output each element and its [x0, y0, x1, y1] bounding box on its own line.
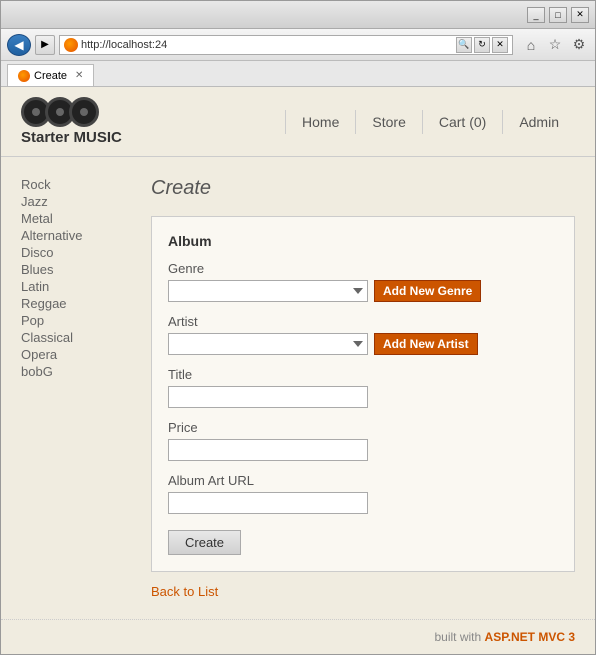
- sidebar: Rock Jazz Metal Alternative Disco Blues …: [1, 167, 141, 609]
- refresh-button[interactable]: ↻: [474, 37, 490, 53]
- address-text: http://localhost:24: [81, 39, 453, 51]
- album-art-label: Album Art URL: [168, 473, 558, 488]
- favorites-icon[interactable]: ☆: [545, 35, 565, 55]
- browser-tab[interactable]: Create ✕: [7, 64, 94, 86]
- create-button[interactable]: Create: [168, 530, 241, 555]
- main-content: Create Album Genre Add New Genre Artist: [141, 167, 595, 609]
- artist-label: Artist: [168, 314, 558, 329]
- nav-home[interactable]: Home: [285, 110, 355, 134]
- logo-area: Starter MUSIC: [21, 97, 122, 146]
- sidebar-item-disco[interactable]: Disco: [21, 245, 121, 260]
- nav-cart[interactable]: Cart (0): [422, 110, 502, 134]
- site-footer: built with ASP.NET MVC 3: [1, 619, 595, 654]
- ie-icon: [64, 38, 78, 52]
- add-new-artist-button[interactable]: Add New Artist: [374, 333, 478, 355]
- nav-right-buttons: ⌂ ☆ ⚙: [521, 35, 589, 55]
- address-actions: 🔍 ↻ ✕: [456, 37, 508, 53]
- close-button[interactable]: ✕: [571, 7, 589, 23]
- album-art-group: Album Art URL: [168, 473, 558, 514]
- sidebar-item-alternative[interactable]: Alternative: [21, 228, 121, 243]
- title-label: Title: [168, 367, 558, 382]
- footer-text: built with: [435, 630, 482, 644]
- address-bar[interactable]: http://localhost:24 🔍 ↻ ✕: [59, 35, 513, 55]
- title-bar: _ □ ✕: [1, 1, 595, 29]
- title-bar-buttons: _ □ ✕: [527, 7, 589, 23]
- title-input[interactable]: [168, 386, 368, 408]
- minimize-button[interactable]: _: [527, 7, 545, 23]
- nav-admin[interactable]: Admin: [502, 110, 575, 134]
- forward-button[interactable]: ▶: [35, 35, 55, 55]
- album-art-input[interactable]: [168, 492, 368, 514]
- add-new-genre-button[interactable]: Add New Genre: [374, 280, 481, 302]
- sidebar-item-jazz[interactable]: Jazz: [21, 194, 121, 209]
- sidebar-item-pop[interactable]: Pop: [21, 313, 121, 328]
- genre-group: Genre Add New Genre: [168, 261, 558, 302]
- price-group: Price: [168, 420, 558, 461]
- logo-discs: [21, 97, 99, 127]
- main-layout: Rock Jazz Metal Alternative Disco Blues …: [1, 157, 595, 619]
- genre-label: Genre: [168, 261, 558, 276]
- artist-row: Add New Artist: [168, 333, 558, 355]
- tab-ie-icon: [18, 70, 30, 82]
- stop-button[interactable]: ✕: [492, 37, 508, 53]
- footer-mvc-link: ASP.NET MVC 3: [485, 630, 575, 644]
- album-form-box: Album Genre Add New Genre Artist: [151, 216, 575, 572]
- page-content: Starter MUSIC Home Store Cart (0) Admin …: [1, 87, 595, 654]
- settings-icon[interactable]: ⚙: [569, 35, 589, 55]
- back-link: Back to List: [151, 584, 575, 599]
- site-title: Starter MUSIC: [21, 129, 122, 146]
- disc-3: [69, 97, 99, 127]
- artist-select[interactable]: [168, 333, 368, 355]
- title-group: Title: [168, 367, 558, 408]
- tab-label: Create: [34, 70, 67, 82]
- sidebar-item-latin[interactable]: Latin: [21, 279, 121, 294]
- page-title: Create: [151, 177, 575, 200]
- sidebar-item-classical[interactable]: Classical: [21, 330, 121, 345]
- sidebar-item-rock[interactable]: Rock: [21, 177, 121, 192]
- browser-window: _ □ ✕ ◀ ▶ http://localhost:24 🔍 ↻ ✕ ⌂ ☆ …: [0, 0, 596, 655]
- sidebar-item-reggae[interactable]: Reggae: [21, 296, 121, 311]
- back-button[interactable]: ◀: [7, 34, 31, 56]
- nav-bar: ◀ ▶ http://localhost:24 🔍 ↻ ✕ ⌂ ☆ ⚙: [1, 29, 595, 61]
- home-icon[interactable]: ⌂: [521, 35, 541, 55]
- back-to-list-link[interactable]: Back to List: [151, 584, 218, 599]
- sidebar-item-blues[interactable]: Blues: [21, 262, 121, 277]
- price-label: Price: [168, 420, 558, 435]
- site-nav: Home Store Cart (0) Admin: [285, 110, 575, 134]
- genre-row: Add New Genre: [168, 280, 558, 302]
- nav-store[interactable]: Store: [355, 110, 421, 134]
- tab-close-button[interactable]: ✕: [75, 70, 83, 81]
- artist-group: Artist Add New Artist: [168, 314, 558, 355]
- site-header: Starter MUSIC Home Store Cart (0) Admin: [1, 87, 595, 157]
- search-icon[interactable]: 🔍: [456, 37, 472, 53]
- maximize-button[interactable]: □: [549, 7, 567, 23]
- genre-select[interactable]: [168, 280, 368, 302]
- tab-bar: Create ✕: [1, 61, 595, 87]
- price-input[interactable]: [168, 439, 368, 461]
- sidebar-item-opera[interactable]: Opera: [21, 347, 121, 362]
- sidebar-item-bobg[interactable]: bobG: [21, 364, 121, 379]
- sidebar-item-metal[interactable]: Metal: [21, 211, 121, 226]
- album-legend: Album: [168, 233, 558, 249]
